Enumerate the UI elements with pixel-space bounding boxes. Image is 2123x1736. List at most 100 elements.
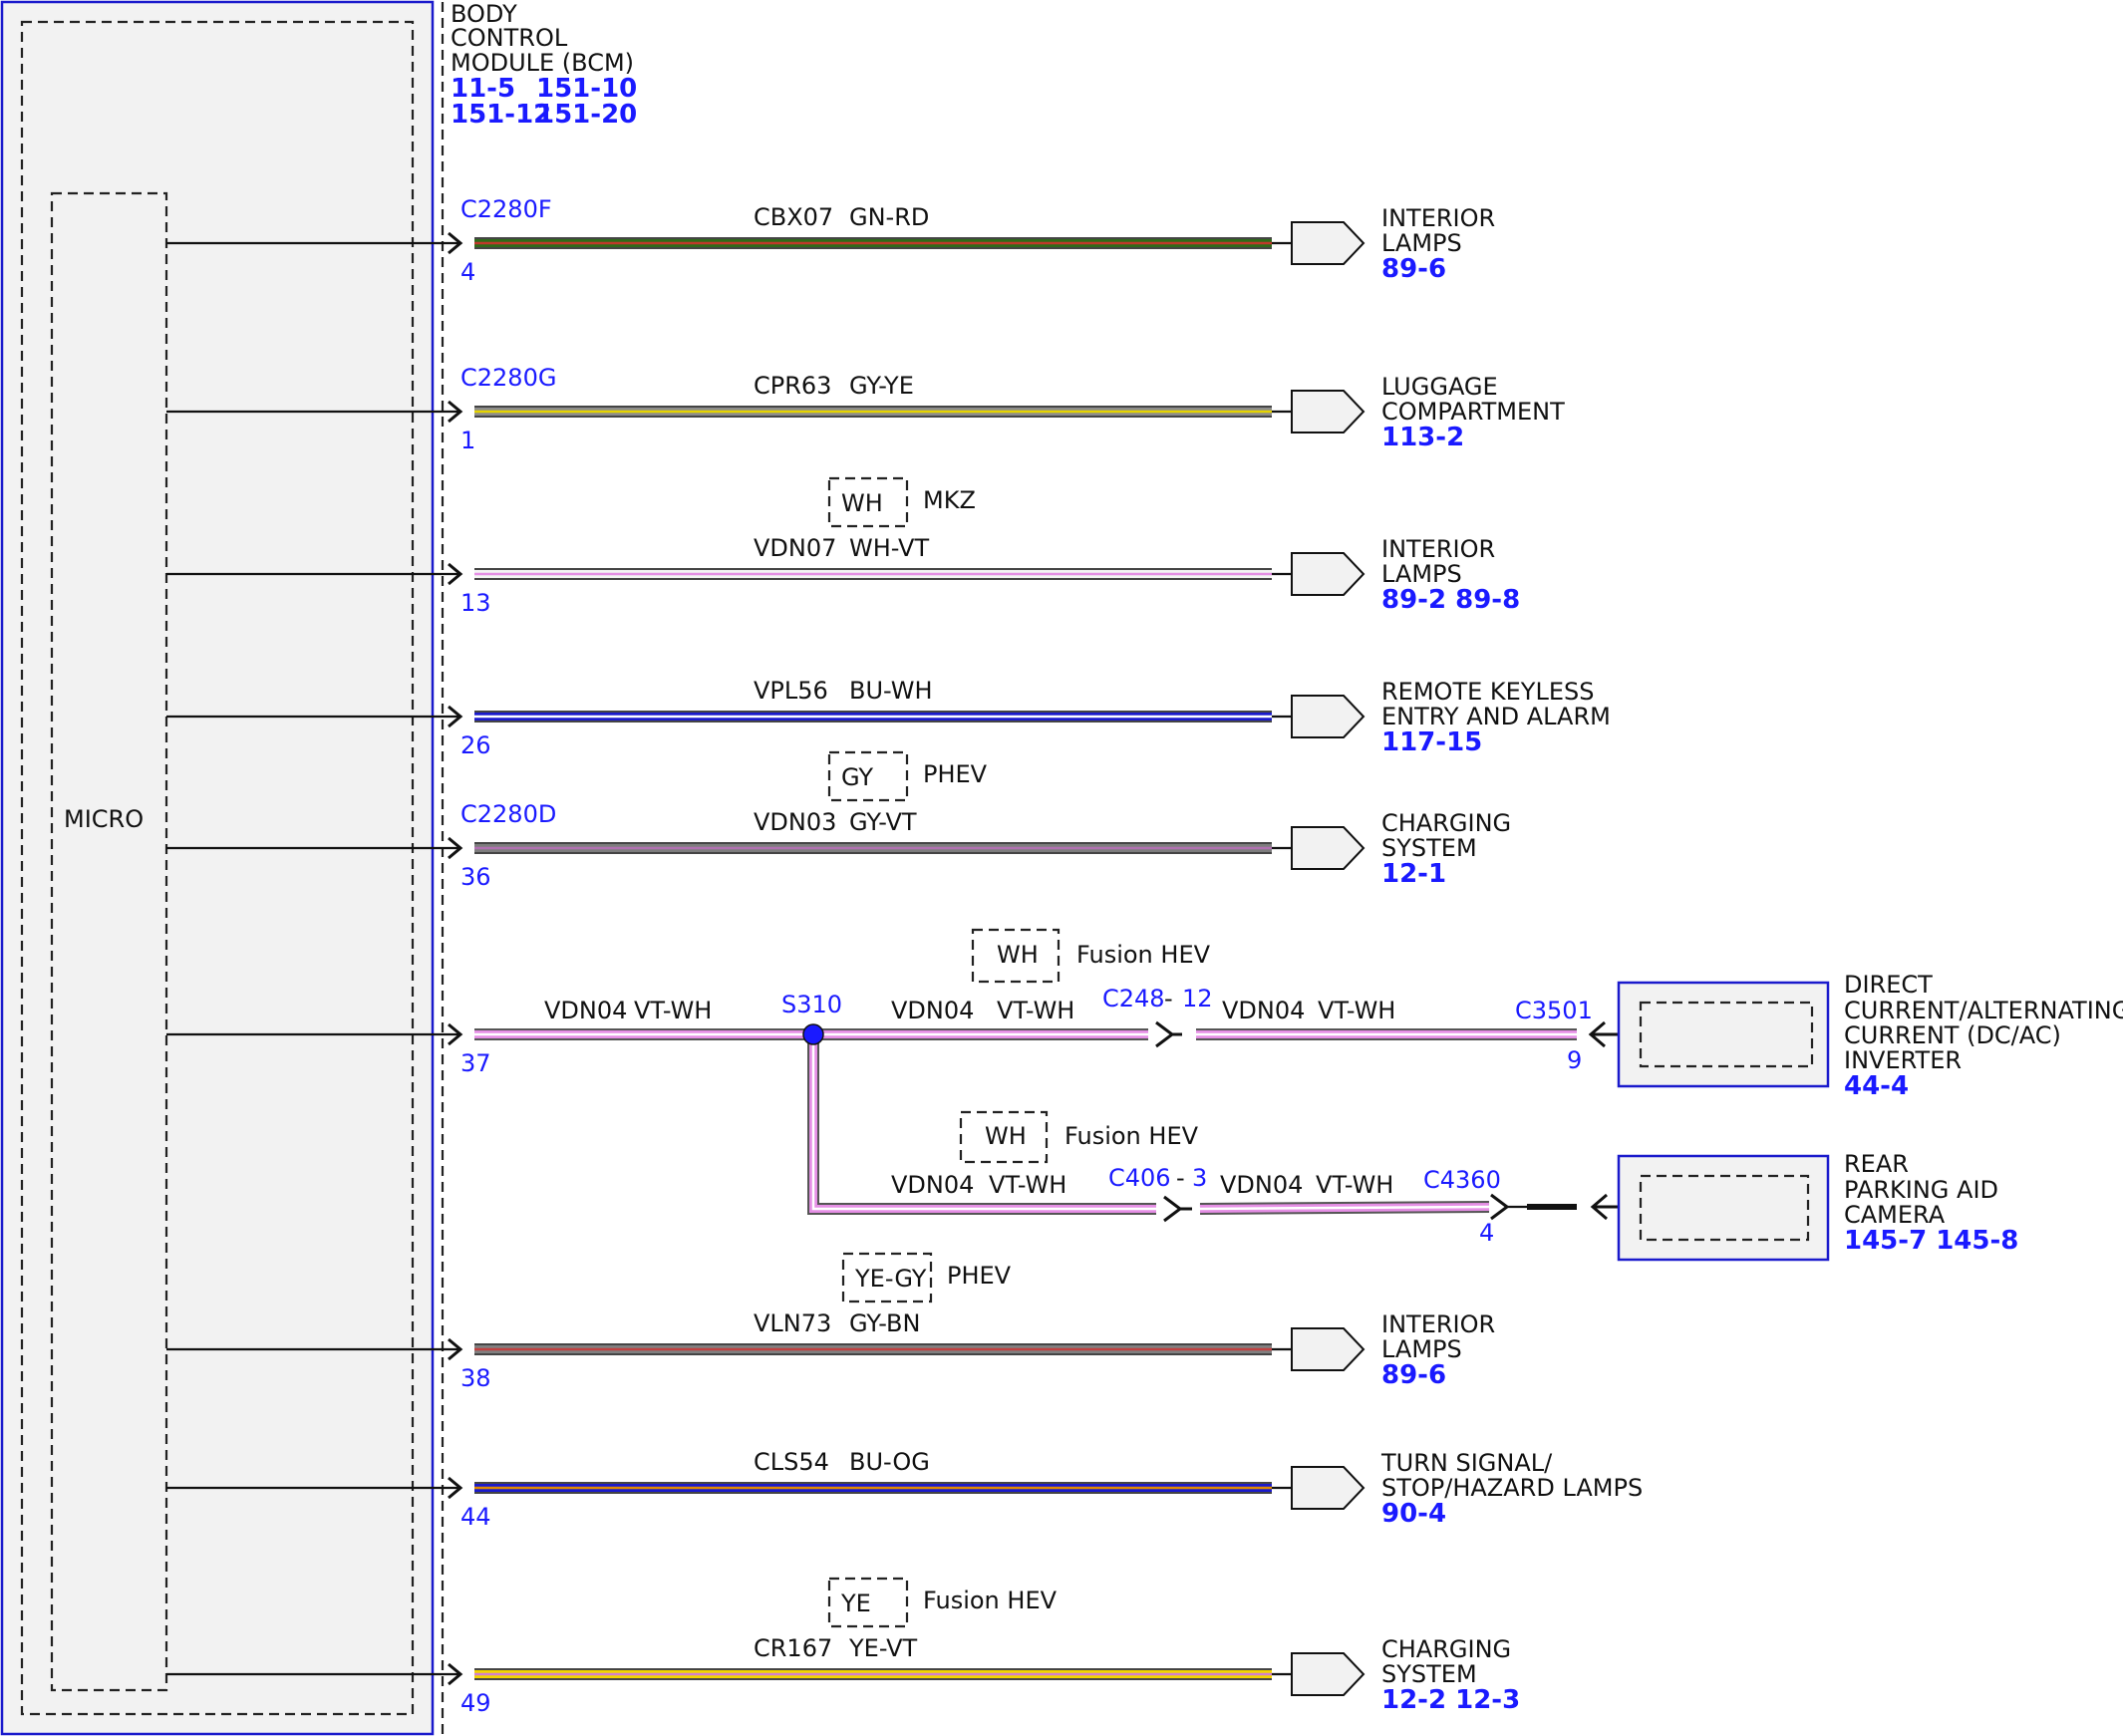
inverter-line-2: CURRENT/ALTERNATING (1844, 997, 2123, 1024)
dest-line-2: SYSTEM (1381, 834, 1477, 862)
dest-line-1: CHARGING (1381, 809, 1511, 837)
option-box-lower-label: WH (985, 1122, 1027, 1150)
dest-line-1: INTERIOR (1381, 535, 1495, 563)
splice-s310[interactable] (802, 1023, 824, 1045)
inline-connector-c406 (1163, 1195, 1192, 1223)
wire-color: YE-VT (848, 1634, 917, 1662)
dest-line-1: INTERIOR (1381, 1310, 1495, 1338)
dest-line-2: ENTRY AND ALARM (1381, 703, 1611, 730)
wiring-diagram: MICRO BODY CONTROL MODULE (BCM) 11-5 151… (0, 0, 2123, 1736)
option-label: Fusion HEV (923, 1587, 1058, 1614)
inline-connector-c406-id: C406 (1108, 1164, 1171, 1192)
wire-id: CBX07 (754, 203, 833, 231)
bcm-outline (0, 0, 435, 1736)
dest-refs[interactable]: 89-6 (1381, 1360, 1446, 1390)
dest-refs[interactable]: 113-2 (1381, 423, 1464, 452)
dest-line-1: TURN SIGNAL/ (1380, 1449, 1553, 1477)
wire-id: VPL56 (754, 677, 828, 705)
wire-id: VLN73 (754, 1309, 831, 1337)
pin-arrow-c4360-in (1490, 1193, 1510, 1221)
splice-id: S310 (781, 991, 842, 1018)
option-box-label: YE-GY (854, 1265, 927, 1293)
pin-number: 36 (460, 863, 491, 891)
bcm-title: BODY CONTROL MODULE (BCM) 11-5 151-10 15… (451, 0, 637, 130)
connector-id: C2280G (460, 364, 556, 392)
wire-color: BU-WH (849, 677, 933, 705)
inline-connector-c248-id: C248 (1102, 985, 1165, 1013)
inverter-line-4: INVERTER (1844, 1046, 1962, 1074)
wire-color: GN-RD (849, 203, 929, 231)
camera-line-1: REAR (1844, 1150, 1909, 1178)
dest-line-2: LAMPS (1381, 560, 1462, 588)
bcm-title-line-2: CONTROL (451, 24, 568, 52)
dest-line-2: STOP/HAZARD LAMPS (1381, 1474, 1643, 1502)
pin-number: 49 (460, 1689, 491, 1717)
micro-label: MICRO (64, 805, 144, 833)
dest-refs[interactable]: 89-6 (1381, 254, 1446, 284)
inline-connector-c406-pin: 3 (1192, 1164, 1207, 1192)
wire-color: GY-BN (849, 1309, 920, 1337)
wire-color-37-c: VT-WH (1318, 997, 1395, 1024)
wire-id: CLS54 (754, 1448, 829, 1476)
wire-id: VDN03 (754, 808, 836, 836)
dest-refs[interactable]: 89-2 89-8 (1381, 585, 1520, 615)
inverter-ref[interactable]: 44-4 (1844, 1071, 1909, 1101)
inverter-outline (1617, 981, 1830, 1088)
dest-connector[interactable] (1291, 826, 1365, 870)
dest-connector[interactable] (1291, 1466, 1365, 1510)
dest-refs[interactable]: 117-15 (1381, 727, 1482, 757)
dest-connector[interactable] (1291, 390, 1365, 434)
splice-circuit: 37 VDN04 VT-WH S310 VDN04 VT-WH C248 - 1… (166, 928, 2123, 1262)
camera-outline (1617, 1154, 1830, 1262)
dest-refs[interactable]: 12-1 (1381, 859, 1446, 889)
option-label: MKZ (923, 486, 976, 514)
wire-id-37-c: VDN04 (1222, 997, 1305, 1024)
wire-color-37-b: VT-WH (997, 997, 1074, 1024)
camera-component[interactable] (1617, 1154, 1830, 1262)
pin-number: 26 (460, 731, 491, 759)
inverter-component[interactable] (1617, 981, 1830, 1088)
dest-refs[interactable]: 90-4 (1381, 1499, 1446, 1529)
bcm-module[interactable]: MICRO (0, 0, 445, 1736)
wire-color-37-e: VT-WH (1316, 1171, 1393, 1199)
connector-c3501-pin: 9 (1567, 1046, 1582, 1074)
dest-connector[interactable] (1291, 221, 1365, 265)
wire-id: VDN07 (754, 534, 836, 562)
dest-line-2: COMPARTMENT (1381, 398, 1565, 426)
bcm-ref-151-20[interactable]: 151-20 (536, 100, 637, 130)
camera-line-3: CAMERA (1844, 1201, 1946, 1229)
pin-number: 4 (460, 258, 475, 286)
wire-id: CR167 (754, 1634, 832, 1662)
dest-line-2: SYSTEM (1381, 1660, 1477, 1688)
wire-id-37-a: VDN04 (544, 997, 627, 1024)
bcm-title-line-3: MODULE (BCM) (451, 49, 634, 77)
option-label: PHEV (947, 1262, 1012, 1290)
pin-number: 1 (460, 427, 475, 454)
pin-number: 38 (460, 1364, 491, 1392)
option-label: PHEV (923, 760, 988, 788)
dest-connector[interactable] (1291, 695, 1365, 738)
connector-id: C2280D (460, 800, 556, 828)
connector-id: C2280F (460, 195, 552, 223)
option-lower-label: Fusion HEV (1064, 1122, 1199, 1150)
inline-connector-c248 (1155, 1020, 1182, 1048)
camera-ref[interactable]: 145-7 145-8 (1844, 1226, 2018, 1256)
inline-connector-c248-pin: 12 (1182, 985, 1213, 1013)
inverter-line-1: DIRECT (1844, 971, 1933, 999)
connector-c4360-pin: 4 (1479, 1219, 1494, 1247)
dest-refs[interactable]: 12-2 12-3 (1381, 1685, 1520, 1715)
wire-color: WH-VT (849, 534, 929, 562)
pin-number: 13 (460, 589, 491, 617)
dest-line-1: CHARGING (1381, 1635, 1511, 1663)
dest-connector[interactable] (1291, 1327, 1365, 1371)
option-upper-label: Fusion HEV (1076, 941, 1211, 969)
pin-number-37: 37 (460, 1049, 491, 1077)
option-box-label: GY (841, 763, 873, 791)
dest-connector[interactable] (1291, 1652, 1365, 1696)
dest-line-2: LAMPS (1381, 229, 1462, 257)
dest-connector[interactable] (1291, 552, 1365, 596)
inline-connector-c406-dash: - (1176, 1164, 1185, 1192)
wire-id: CPR63 (754, 372, 831, 400)
dest-line-1: LUGGAGE (1381, 373, 1498, 401)
dest-line-1: INTERIOR (1381, 204, 1495, 232)
